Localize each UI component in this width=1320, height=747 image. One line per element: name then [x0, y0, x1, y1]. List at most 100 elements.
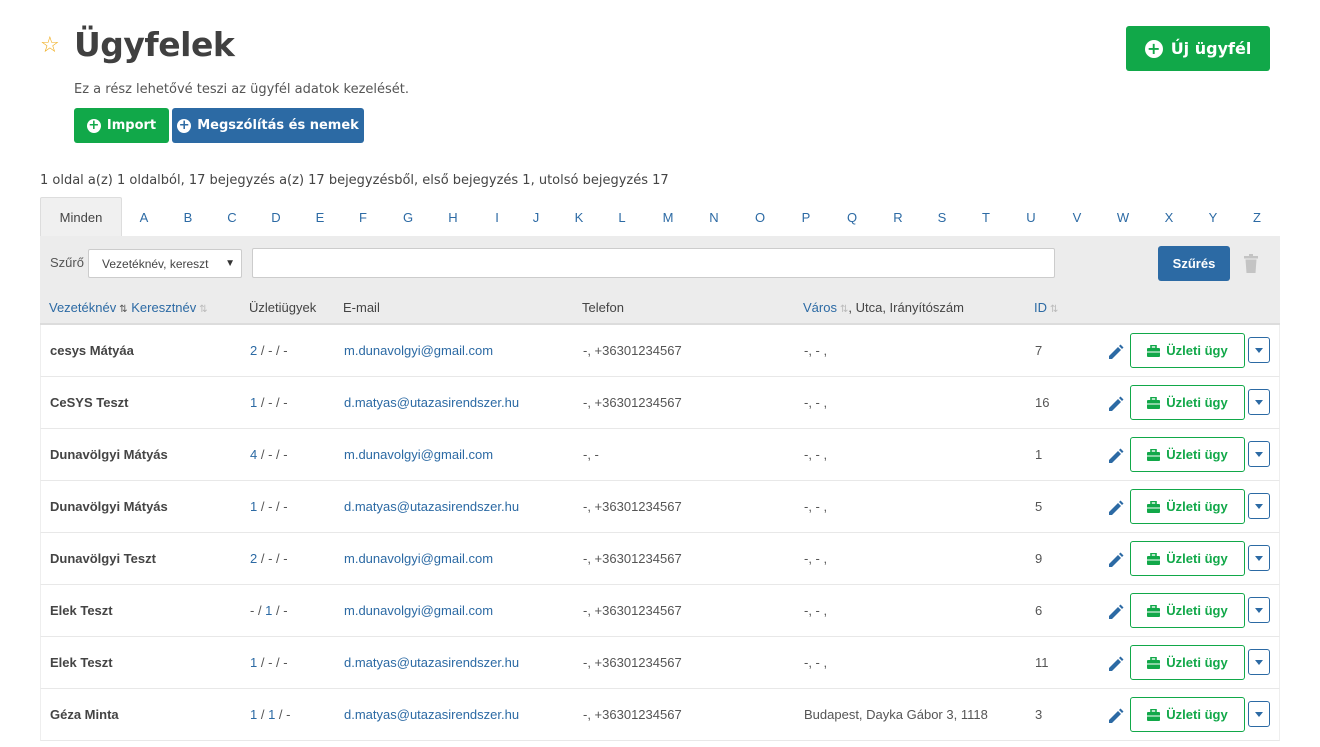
tab-letter-i[interactable]: I [487, 197, 507, 237]
tab-letter-c[interactable]: C [222, 197, 242, 237]
sort-id[interactable]: ID [1034, 300, 1047, 315]
id-cell: 3 [1035, 707, 1043, 722]
tab-letter-w[interactable]: W [1113, 197, 1133, 237]
tab-letter-m[interactable]: M [658, 197, 678, 237]
trash-icon[interactable] [1243, 254, 1259, 274]
import-button[interactable]: + Import [74, 108, 169, 143]
tab-letter-z[interactable]: Z [1247, 197, 1267, 237]
business-case-button[interactable]: Üzleti ügy [1130, 489, 1245, 524]
plus-circle-icon: + [1144, 39, 1163, 58]
tab-letter-f[interactable]: F [353, 197, 373, 237]
business-case-button[interactable]: Üzleti ügy [1130, 541, 1245, 576]
pencil-edit-icon[interactable] [1108, 447, 1125, 464]
filter-button[interactable]: Szűrés [1158, 246, 1230, 281]
email-link[interactable]: d.matyas@utazasirendszer.hu [344, 395, 519, 410]
row-dropdown-toggle[interactable] [1248, 701, 1270, 727]
business-case-button[interactable]: Üzleti ügy [1130, 593, 1245, 628]
tab-letter-t[interactable]: T [976, 197, 996, 237]
tab-letter-v[interactable]: V [1067, 197, 1087, 237]
tab-letter-r[interactable]: R [888, 197, 908, 237]
deals-cell: - / 1 / - [250, 603, 288, 618]
tab-letter-b[interactable]: B [178, 197, 198, 237]
email-link[interactable]: m.dunavolgyi@gmail.com [344, 343, 493, 358]
briefcase-icon [1147, 604, 1161, 617]
customer-table-body: cesys Mátyáa 2 / - / - m.dunavolgyi@gmai… [40, 325, 1280, 741]
phone-cell: -, +36301234567 [583, 707, 682, 722]
deals-text: / - / - [257, 447, 288, 462]
email-link[interactable]: m.dunavolgyi@gmail.com [344, 551, 493, 566]
row-dropdown-toggle[interactable] [1248, 545, 1270, 571]
salutation-gender-button[interactable]: + Megszólítás és nemek [172, 108, 364, 143]
briefcase-icon [1147, 552, 1161, 565]
briefcase-icon [1147, 708, 1161, 721]
deals-text: / - / - [257, 499, 288, 514]
business-case-button[interactable]: Üzleti ügy [1130, 645, 1245, 680]
email-link[interactable]: m.dunavolgyi@gmail.com [344, 603, 493, 618]
tab-letter-o[interactable]: O [750, 197, 770, 237]
row-dropdown-toggle[interactable] [1248, 389, 1270, 415]
tab-letter-e[interactable]: E [310, 197, 330, 237]
pencil-edit-icon[interactable] [1108, 551, 1125, 568]
business-case-label: Üzleti ügy [1166, 343, 1228, 358]
row-dropdown-toggle[interactable] [1248, 441, 1270, 467]
table-row: Géza Minta 1 / 1 / - d.matyas@utazasiren… [40, 689, 1280, 741]
business-case-label: Üzleti ügy [1166, 395, 1228, 410]
page-title: Ügyfelek [74, 25, 235, 64]
new-customer-button[interactable]: + Új ügyfél [1126, 26, 1270, 71]
sort-lastname[interactable]: Vezetéknév [49, 300, 116, 315]
email-link[interactable]: m.dunavolgyi@gmail.com [344, 447, 493, 462]
caret-down-icon [1255, 399, 1263, 405]
email-link[interactable]: d.matyas@utazasirendszer.hu [344, 499, 519, 514]
address-cell: -, - , [804, 655, 828, 670]
filter-field-select[interactable]: Vezetéknév, kereszt ▼ [88, 249, 242, 278]
tab-letter-s[interactable]: S [932, 197, 952, 237]
favorite-star-icon[interactable]: ☆ [40, 34, 60, 56]
customer-name: Géza Minta [50, 707, 119, 722]
tab-letter-n[interactable]: N [704, 197, 724, 237]
deals-text: / - / - [257, 395, 288, 410]
sort-city[interactable]: Város [803, 300, 837, 315]
row-dropdown-toggle[interactable] [1248, 493, 1270, 519]
tab-letter-p[interactable]: P [796, 197, 816, 237]
tab-letter-h[interactable]: H [443, 197, 463, 237]
tab-letter-q[interactable]: Q [842, 197, 862, 237]
pencil-edit-icon[interactable] [1108, 395, 1125, 412]
tab-letter-y[interactable]: Y [1203, 197, 1223, 237]
business-case-button[interactable]: Üzleti ügy [1130, 385, 1245, 420]
business-case-button[interactable]: Üzleti ügy [1130, 333, 1245, 368]
pencil-edit-icon[interactable] [1108, 603, 1125, 620]
sort-firstname[interactable]: Keresztnév [131, 300, 196, 315]
tab-letter-k[interactable]: K [569, 197, 589, 237]
email-link[interactable]: d.matyas@utazasirendszer.hu [344, 655, 519, 670]
filter-input[interactable] [252, 248, 1055, 278]
id-cell: 7 [1035, 343, 1043, 358]
tab-letter-d[interactable]: D [266, 197, 286, 237]
tab-letter-a[interactable]: A [134, 197, 154, 237]
email-link[interactable]: d.matyas@utazasirendszer.hu [344, 707, 519, 722]
row-dropdown-toggle[interactable] [1248, 597, 1270, 623]
tab-letter-u[interactable]: U [1021, 197, 1041, 237]
business-case-button[interactable]: Üzleti ügy [1130, 437, 1245, 472]
briefcase-icon [1147, 344, 1161, 357]
row-dropdown-toggle[interactable] [1248, 649, 1270, 675]
deals-text: / - / - [257, 551, 288, 566]
business-case-button[interactable]: Üzleti ügy [1130, 697, 1245, 732]
deals-cell: 1 / 1 / - [250, 707, 290, 722]
caret-down-icon [1255, 555, 1263, 561]
tab-letter-j[interactable]: J [526, 197, 546, 237]
pencil-edit-icon[interactable] [1108, 707, 1125, 724]
deals-text: / - / - [257, 655, 288, 670]
deals-cell: 2 / - / - [250, 343, 288, 358]
pencil-edit-icon[interactable] [1108, 343, 1125, 360]
phone-cell: -, +36301234567 [583, 551, 682, 566]
row-dropdown-toggle[interactable] [1248, 337, 1270, 363]
pencil-edit-icon[interactable] [1108, 499, 1125, 516]
table-row: Dunavölgyi Teszt 2 / - / - m.dunavolgyi@… [40, 533, 1280, 585]
tab-letter-g[interactable]: G [398, 197, 418, 237]
pencil-edit-icon[interactable] [1108, 655, 1125, 672]
salutation-gender-label: Megszólítás és nemek [197, 118, 359, 133]
tab-all[interactable]: Minden [40, 197, 122, 237]
tab-letter-x[interactable]: X [1159, 197, 1179, 237]
tab-letter-l[interactable]: L [612, 197, 632, 237]
business-case-label: Üzleti ügy [1166, 707, 1228, 722]
